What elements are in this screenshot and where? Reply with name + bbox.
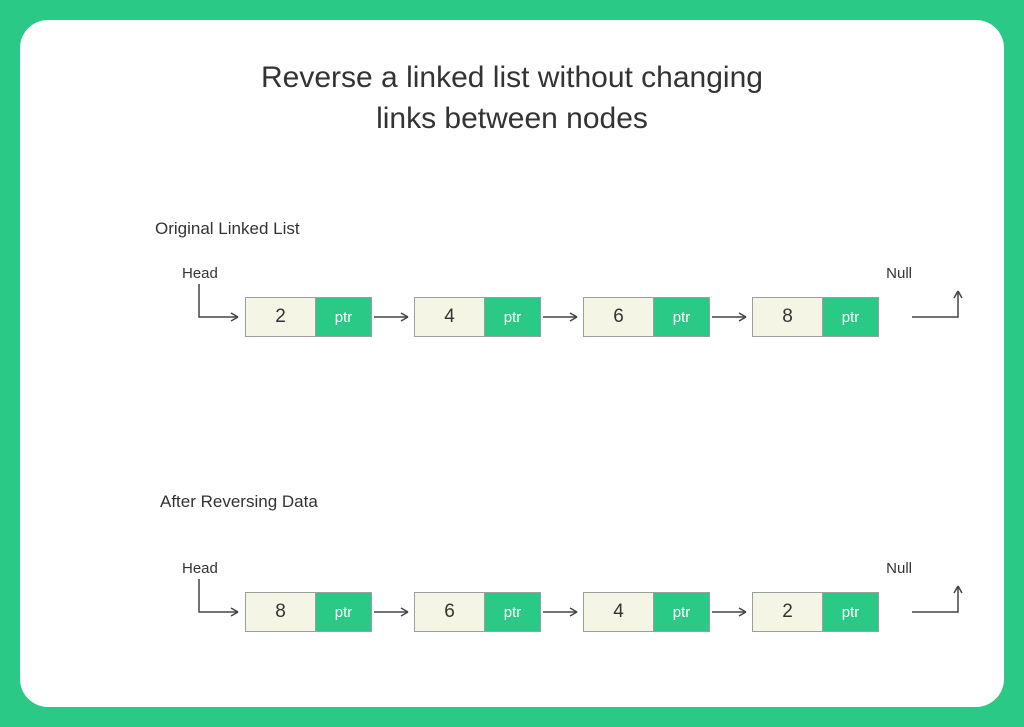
node-data: 2 <box>753 593 823 631</box>
arrow-right-icon <box>541 297 583 337</box>
list-node: 2 ptr <box>245 297 372 337</box>
node-ptr: ptr <box>316 298 371 336</box>
null-arrow-icon <box>910 285 970 335</box>
node-ptr: ptr <box>316 593 371 631</box>
node-data: 2 <box>246 298 316 336</box>
node-data: 4 <box>584 593 654 631</box>
node-data: 8 <box>753 298 823 336</box>
head-arrow-icon <box>196 579 246 624</box>
list-node: 6 ptr <box>414 592 541 632</box>
node-ptr: ptr <box>485 593 540 631</box>
node-ptr: ptr <box>823 593 878 631</box>
linked-list-original: Head Null 2 ptr 4 ptr 6 <box>140 297 924 377</box>
head-arrow-icon <box>196 284 246 329</box>
list-node: 2 ptr <box>752 592 879 632</box>
list-node: 6 ptr <box>583 297 710 337</box>
arrow-right-icon <box>710 592 752 632</box>
section-label-reversed: After Reversing Data <box>160 492 964 512</box>
arrow-right-icon <box>541 592 583 632</box>
head-label: Head <box>182 560 218 577</box>
diagram-card: Reverse a linked list without changing l… <box>20 20 1004 707</box>
arrow-right-icon <box>372 297 414 337</box>
node-data: 8 <box>246 593 316 631</box>
node-ptr: ptr <box>654 593 709 631</box>
arrow-right-icon <box>710 297 752 337</box>
null-label: Null <box>886 265 912 282</box>
node-ptr: ptr <box>485 298 540 336</box>
title-line-1: Reverse a linked list without changing <box>261 61 763 94</box>
node-ptr: ptr <box>823 298 878 336</box>
diagram-title: Reverse a linked list without changing l… <box>60 58 964 139</box>
arrow-right-icon <box>372 592 414 632</box>
null-arrow-icon <box>910 580 970 630</box>
head-label: Head <box>182 265 218 282</box>
list-node: 4 ptr <box>583 592 710 632</box>
list-node: 8 ptr <box>245 592 372 632</box>
list-node: 8 ptr <box>752 297 879 337</box>
node-ptr: ptr <box>654 298 709 336</box>
title-line-2: links between nodes <box>376 102 648 135</box>
node-data: 6 <box>584 298 654 336</box>
list-node: 4 ptr <box>414 297 541 337</box>
node-data: 4 <box>415 298 485 336</box>
node-container: 2 ptr 4 ptr 6 ptr 8 ptr <box>245 297 879 337</box>
null-label: Null <box>886 560 912 577</box>
section-label-original: Original Linked List <box>155 219 964 239</box>
node-data: 6 <box>415 593 485 631</box>
linked-list-reversed: Head Null 8 ptr 6 ptr 4 <box>140 592 924 672</box>
node-container: 8 ptr 6 ptr 4 ptr 2 ptr <box>245 592 879 632</box>
